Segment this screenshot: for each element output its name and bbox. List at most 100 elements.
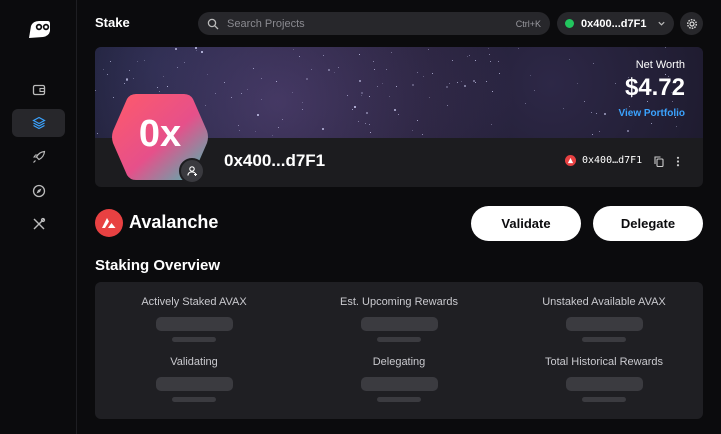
stat-upcoming-rewards: Est. Upcoming Rewards	[304, 296, 494, 342]
sidebar	[0, 0, 77, 434]
banner-star	[352, 108, 354, 110]
loading-placeholder	[377, 337, 421, 342]
banner-star	[247, 88, 249, 90]
banner-star	[428, 96, 430, 98]
banner-star	[358, 80, 361, 83]
banner-star	[275, 80, 277, 82]
banner-star	[525, 103, 527, 105]
banner-star	[596, 112, 598, 114]
banner-star	[529, 75, 531, 77]
rocket-icon	[32, 150, 45, 163]
banner-star	[398, 113, 400, 115]
banner-star	[302, 108, 304, 110]
copy-icon[interactable]	[654, 156, 664, 167]
banner-star	[590, 112, 592, 114]
banner-star	[372, 60, 374, 62]
loading-placeholder	[172, 337, 216, 342]
sidebar-item-stake[interactable]	[12, 109, 65, 137]
banner-star	[411, 84, 414, 87]
banner-star	[499, 73, 501, 75]
banner-star	[167, 86, 169, 88]
banner-star	[196, 50, 198, 52]
banner-star	[175, 48, 178, 51]
banner-star	[464, 84, 467, 87]
banner-star	[583, 101, 585, 103]
banner-star	[255, 131, 257, 133]
sidebar-item-explore[interactable]	[12, 177, 65, 205]
stat-label: Unstaked Available AVAX	[542, 296, 666, 308]
validate-button[interactable]: Validate	[471, 206, 581, 241]
banner-star	[381, 83, 383, 85]
banner-star	[664, 47, 666, 49]
search-input[interactable]	[227, 17, 516, 30]
sidebar-item-launch[interactable]	[12, 143, 65, 171]
banner-star	[615, 83, 617, 85]
view-portfolio-link[interactable]: View Portfolio	[619, 108, 686, 119]
chain-address-chip: 0x400…d7F1	[565, 155, 642, 166]
loading-placeholder	[155, 317, 233, 331]
avalanche-logo-icon	[95, 209, 123, 237]
avalanche-icon	[565, 155, 576, 166]
banner-star	[604, 113, 606, 116]
search-shortcut: Ctrl+K	[515, 18, 541, 29]
owl-logo-icon[interactable]	[27, 18, 51, 40]
banner-star	[651, 122, 653, 124]
banner-star	[391, 51, 393, 53]
banner-star	[97, 133, 99, 135]
profile-address: 0x400...d7F1	[224, 151, 326, 170]
banner-star	[376, 85, 378, 87]
banner-star	[466, 55, 468, 57]
banner-star	[411, 129, 413, 131]
gear-icon	[686, 18, 697, 29]
settings-button[interactable]	[680, 12, 703, 35]
banner-star	[370, 132, 372, 134]
banner-star	[323, 54, 325, 56]
banner-star	[373, 69, 375, 71]
banner-star	[452, 59, 454, 61]
banner-star	[448, 83, 450, 85]
banner-star	[354, 106, 357, 108]
sidebar-item-wallet[interactable]	[12, 76, 65, 104]
banner-star	[563, 107, 565, 109]
banner-star	[240, 92, 242, 94]
banner-star	[627, 130, 630, 133]
staking-overview-title: Staking Overview	[95, 257, 221, 274]
banner-star	[431, 72, 433, 74]
stat-actively-staked: Actively Staked AVAX	[99, 296, 289, 342]
add-contact-button[interactable]	[179, 158, 205, 184]
connection-status-dot	[565, 19, 574, 28]
search-icon	[207, 18, 219, 29]
banner-star	[137, 61, 139, 63]
stat-unstaked-available: Unstaked Available AVAX	[509, 296, 699, 342]
delegate-button[interactable]: Delegate	[593, 206, 703, 241]
wallet-address: 0x400...d7F1	[581, 17, 647, 30]
stat-label: Total Historical Rewards	[545, 356, 663, 368]
banner-star	[278, 126, 280, 128]
banner-star	[423, 76, 425, 78]
banner-star	[176, 66, 178, 68]
banner-star	[368, 95, 370, 97]
banner-star	[239, 130, 241, 132]
banner-star	[629, 106, 631, 108]
avatar-initials: 0x	[138, 113, 182, 155]
sidebar-item-tools[interactable]	[12, 210, 65, 238]
banner-star	[106, 74, 108, 76]
banner-star	[321, 128, 324, 131]
chevron-down-icon	[658, 21, 665, 26]
banner-star	[291, 91, 293, 93]
banner-star	[260, 98, 262, 100]
wallet-button[interactable]: 0x400...d7F1	[557, 12, 674, 35]
banner-star	[302, 102, 304, 104]
banner-star	[95, 89, 97, 91]
banner-star	[282, 118, 284, 120]
banner-star	[576, 83, 578, 85]
banner-star	[337, 66, 339, 68]
banner-star	[599, 130, 601, 132]
search-bar[interactable]: Ctrl+K	[198, 12, 550, 35]
more-options-icon[interactable]	[675, 156, 681, 167]
banner-star	[417, 71, 419, 73]
banner-star	[253, 67, 255, 69]
banner-star	[393, 108, 396, 111]
banner-star	[534, 90, 536, 92]
staking-overview-panel: Actively Staked AVAX Est. Upcoming Rewar…	[95, 282, 703, 419]
